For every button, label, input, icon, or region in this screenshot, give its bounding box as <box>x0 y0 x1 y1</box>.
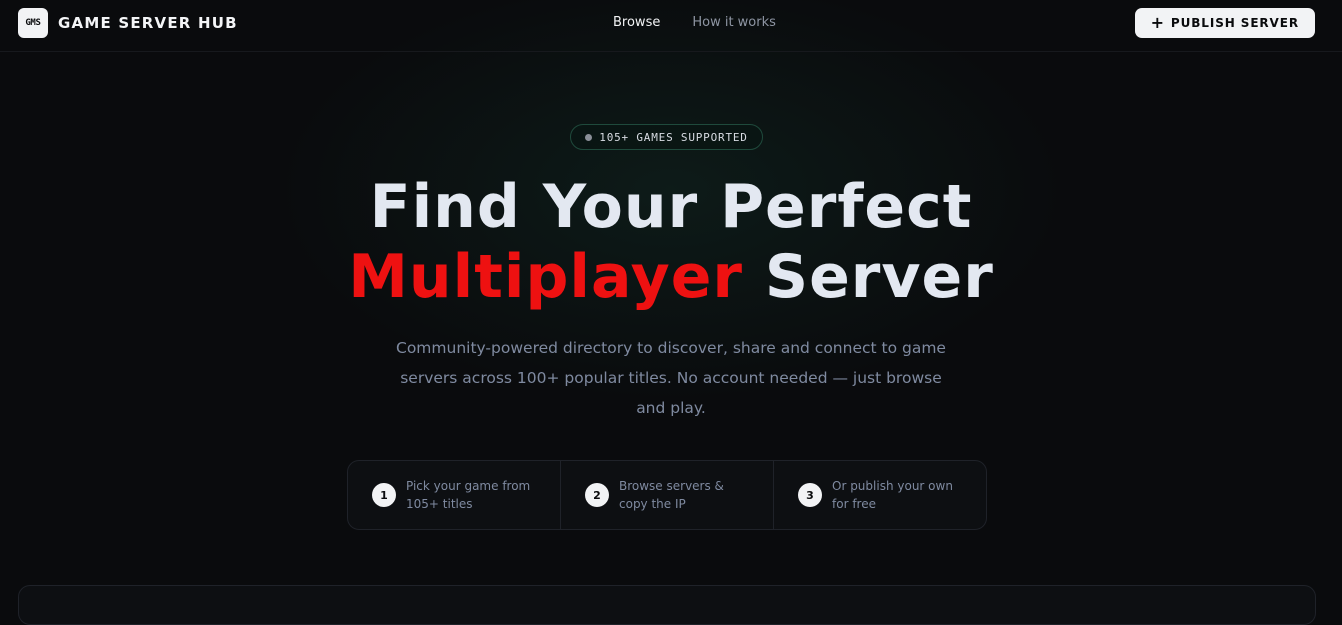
step-text: Or publish your own for free <box>832 479 953 511</box>
step-text: Browse servers & copy the IP <box>619 479 724 511</box>
steps-panel: 1 Pick your game from 105+ titles 2 Brow… <box>347 460 987 530</box>
hero-headline: Find Your Perfect Multiplayer Server <box>0 172 1342 312</box>
status-dot-icon <box>585 133 593 141</box>
brand-name: GAME SERVER HUB <box>58 14 238 32</box>
plus-icon: + <box>1150 13 1165 32</box>
nav-browse[interactable]: Browse <box>613 15 660 30</box>
step-item: 1 Pick your game from 105+ titles <box>348 461 561 529</box>
games-supported-badge: 105+ GAMES SUPPORTED <box>570 124 763 150</box>
hero-subtitle: Community-powered directory to discover,… <box>396 339 946 417</box>
main-nav: Browse How it works <box>613 15 776 30</box>
headline-accent: Multiplayer <box>348 242 743 312</box>
badge-text: 105+ GAMES SUPPORTED <box>599 130 748 144</box>
headline-rest: Server <box>764 242 994 312</box>
nav-how-it-works[interactable]: How it works <box>692 15 776 30</box>
content-panel <box>18 585 1316 625</box>
step-number-badge: 1 <box>372 483 396 507</box>
step-number-badge: 2 <box>585 483 609 507</box>
publish-server-button[interactable]: + PUBLISH SERVER <box>1134 8 1315 38</box>
brand[interactable]: GMS GAME SERVER HUB <box>18 8 238 38</box>
step-text: Pick your game from 105+ titles <box>406 479 531 511</box>
step-item: 2 Browse servers & copy the IP <box>561 461 774 529</box>
publish-server-label: PUBLISH SERVER <box>1170 16 1299 30</box>
logo: GMS <box>18 8 48 38</box>
step-item: 3 Or publish your own for free <box>774 461 986 529</box>
headline-line-1: Find Your Perfect <box>369 172 973 242</box>
top-navbar: GMS GAME SERVER HUB Browse How it works … <box>0 0 1342 52</box>
step-number-badge: 3 <box>798 483 822 507</box>
